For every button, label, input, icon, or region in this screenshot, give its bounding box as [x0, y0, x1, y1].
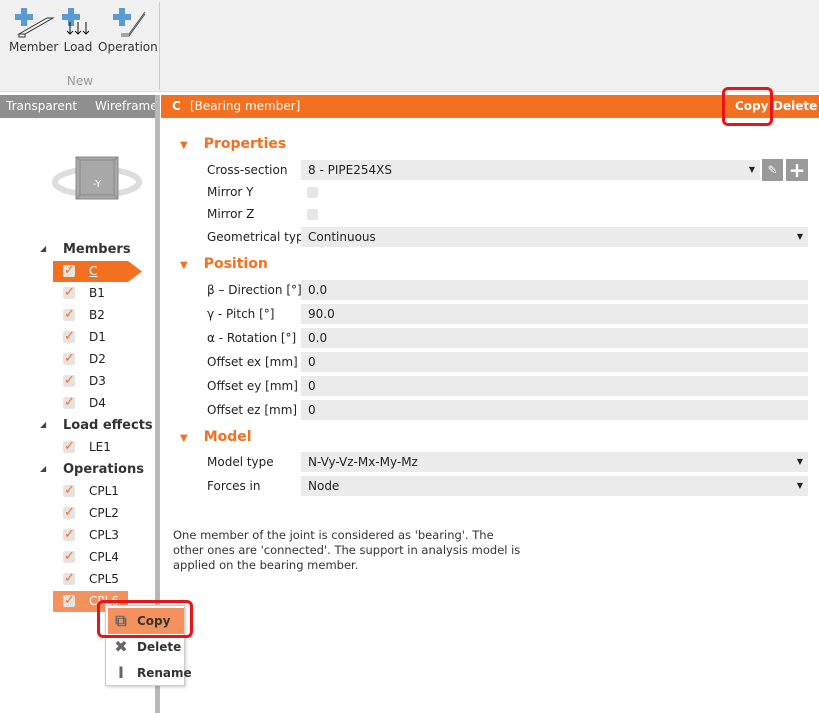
- highlight-box: [97, 600, 193, 638]
- transparent-button[interactable]: Transparent: [6, 99, 77, 113]
- tree-header-members: Members: [63, 242, 131, 257]
- checkbox[interactable]: [63, 348, 75, 369]
- member-icon: [14, 8, 55, 38]
- wireframe-button[interactable]: Wireframe: [95, 99, 158, 113]
- collapse-icon: ▼: [180, 433, 188, 444]
- rotation-label: α - Rotation [°]: [207, 331, 297, 345]
- checkbox[interactable]: [63, 502, 75, 523]
- tree-item-le1[interactable]: LE1: [53, 436, 128, 458]
- offset-ez-label: Offset ez [mm]: [207, 403, 298, 417]
- tree-item-d4[interactable]: D4: [53, 392, 128, 414]
- forces-in-select[interactable]: Node: [301, 476, 808, 496]
- geometrical-type-label: Geometrical type: [207, 230, 311, 244]
- mirror-y-checkbox[interactable]: [307, 187, 318, 198]
- tree-item-d2[interactable]: D2: [53, 348, 128, 370]
- load-icon: [62, 8, 90, 35]
- tree-item-cpl2[interactable]: CPL2: [53, 502, 128, 524]
- rename-icon: I: [118, 663, 124, 682]
- checkbox[interactable]: [63, 326, 75, 347]
- cross-section-label: Cross-section: [207, 163, 288, 177]
- tree-header-load-effects: Load effects: [63, 418, 153, 433]
- add-cross-section-icon[interactable]: +: [786, 159, 808, 181]
- tree-item-d3[interactable]: D3: [53, 370, 128, 392]
- section-properties[interactable]: ▼ Properties: [180, 136, 286, 152]
- tree-item-cpl4[interactable]: CPL4: [53, 546, 128, 568]
- checkbox[interactable]: [63, 590, 75, 611]
- forces-in-label: Forces in: [207, 479, 261, 493]
- tree-item-cpl3[interactable]: CPL3: [53, 524, 128, 546]
- mirror-z-label: Mirror Z: [207, 207, 255, 221]
- direction-label: β – Direction [°]: [207, 283, 302, 297]
- collapse-members-icon[interactable]: ◢: [40, 244, 46, 253]
- checkbox[interactable]: [63, 260, 75, 281]
- tree-item-c[interactable]: C: [53, 260, 142, 282]
- offset-ex-label: Offset ex [mm]: [207, 355, 298, 369]
- description-text: One member of the joint is considered as…: [173, 528, 521, 572]
- cross-section-select[interactable]: 8 - PIPE254XS: [301, 160, 760, 180]
- checkbox[interactable]: [63, 524, 75, 545]
- checkbox[interactable]: [63, 546, 75, 567]
- pitch-label: γ - Pitch [°]: [207, 307, 275, 321]
- navigation-cube[interactable]: -Y: [50, 152, 150, 225]
- collapse-load-effects-icon[interactable]: ◢: [40, 420, 46, 429]
- geometrical-type-select[interactable]: Continuous: [301, 227, 808, 247]
- mirror-y-label: Mirror Y: [207, 185, 254, 199]
- tree-header-operations: Operations: [63, 462, 144, 477]
- group-label-new: New: [66, 74, 94, 88]
- checkbox[interactable]: [63, 282, 75, 303]
- offset-ez-input[interactable]: 0: [301, 400, 808, 420]
- checkbox[interactable]: [63, 392, 75, 413]
- checkbox[interactable]: [63, 370, 75, 391]
- collapse-operations-icon[interactable]: ◢: [40, 464, 46, 473]
- pitch-input[interactable]: 90.0: [301, 304, 808, 324]
- checkbox[interactable]: [63, 568, 75, 589]
- direction-input[interactable]: 0.0: [301, 280, 808, 300]
- mirror-z-checkbox[interactable]: [307, 209, 318, 220]
- model-type-select[interactable]: N-Vy-Vz-Mx-My-Mz: [301, 452, 808, 472]
- section-model[interactable]: ▼ Model: [180, 429, 252, 445]
- operation-icon: [112, 8, 146, 37]
- tree-item-b2[interactable]: B2: [53, 304, 128, 326]
- tree-item-cpl5[interactable]: CPL5: [53, 568, 128, 590]
- context-rename[interactable]: I Rename: [108, 660, 192, 686]
- checkbox[interactable]: [63, 480, 75, 501]
- member-role: [Bearing member]: [190, 99, 301, 113]
- offset-ey-input[interactable]: 0: [301, 376, 808, 396]
- highlight-box: [722, 87, 773, 126]
- offset-ey-label: Offset ey [mm]: [207, 379, 298, 393]
- rotation-input[interactable]: 0.0: [301, 328, 808, 348]
- member-header: C [Bearing member] Copy Delete: [161, 95, 819, 118]
- new-operation-button[interactable]: Operation: [98, 6, 158, 54]
- checkbox[interactable]: [63, 304, 75, 325]
- member-name: C: [172, 99, 181, 113]
- delete-button[interactable]: Delete: [773, 95, 817, 118]
- collapse-icon: ▼: [180, 140, 188, 151]
- tree-item-cpl1[interactable]: CPL1: [53, 480, 128, 502]
- edit-cross-section-icon[interactable]: ✎: [762, 159, 783, 181]
- navcube-label: -Y: [93, 179, 102, 190]
- new-load-button[interactable]: Load: [62, 6, 94, 54]
- tree-item-b1[interactable]: B1: [53, 282, 128, 304]
- collapse-icon: ▼: [180, 260, 188, 271]
- ribbon-toolbar: Member Load Operation New: [0, 0, 819, 92]
- offset-ex-input[interactable]: 0: [301, 352, 808, 372]
- selection-arrow-icon: [128, 261, 142, 282]
- section-position[interactable]: ▼ Position: [180, 256, 268, 272]
- model-type-label: Model type: [207, 455, 274, 469]
- new-member-button[interactable]: Member: [9, 6, 58, 54]
- checkbox[interactable]: [63, 436, 75, 457]
- view-mode-bar: Transparent Wireframe: [0, 95, 158, 118]
- tree-item-d1[interactable]: D1: [53, 326, 128, 348]
